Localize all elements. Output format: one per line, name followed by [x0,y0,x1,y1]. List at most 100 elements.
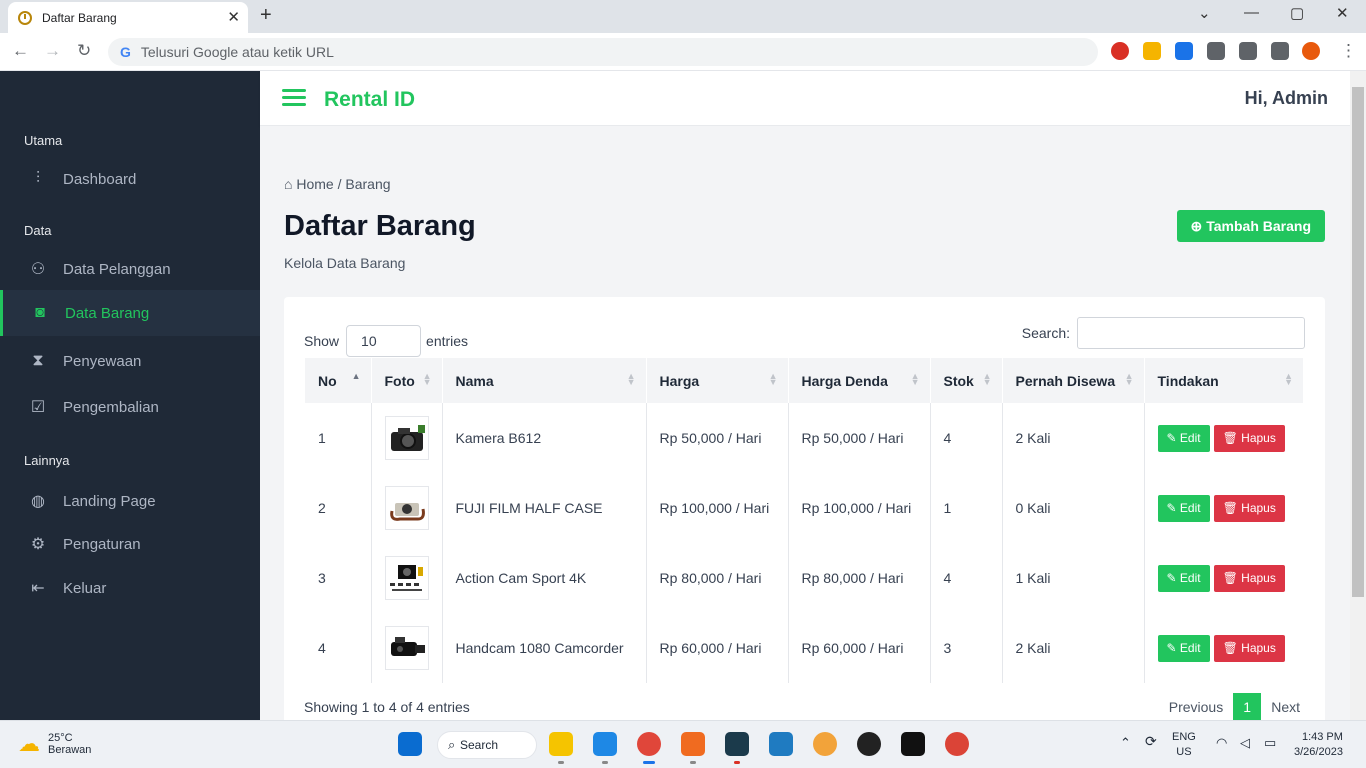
sidebar-item-landing-page[interactable]: ◍ Landing Page [0,479,260,523]
extensions-puzzle-icon[interactable] [1207,42,1225,60]
address-bar[interactable]: G Telusuri Google atau ketik URL [108,38,1098,66]
sort-asc-icon: ▲ [351,371,361,381]
sync-icon[interactable]: ⟳ [1145,734,1157,749]
next-page-button[interactable]: Next [1271,699,1300,715]
sidebar-item-pengaturan[interactable]: ⚙ Pengaturan [0,522,260,566]
wifi-icon[interactable]: ◠ [1216,735,1227,750]
cell-price: Rp 60,000 / Hari [646,613,789,683]
file-explorer-icon[interactable] [549,732,573,756]
tab-search-icon[interactable]: ⌄ [1198,4,1211,22]
extension-record-icon[interactable] [1111,42,1129,60]
column-header-stok[interactable]: Stok ▲ ▼ [930,358,1003,403]
weather-widget[interactable]: ☁ 25°C Berawan [18,731,91,757]
brand-title[interactable]: Rental ID [324,88,415,112]
search-input[interactable] [1077,317,1305,349]
clock[interactable]: 1:43 PM 3/26/2023 [1294,730,1343,760]
add-item-button[interactable]: ⊕ Tambah Barang [1176,210,1325,242]
column-header-harga-denda[interactable]: Harga Denda ▲ ▼ [788,358,931,403]
entries-select[interactable]: 10 [346,325,422,357]
scrollbar-thumb[interactable] [1352,87,1364,597]
delete-button[interactable]: 🗑 Hapus [1213,564,1285,592]
xampp-icon[interactable] [681,732,705,756]
delete-button[interactable]: 🗑 Hapus [1213,634,1285,662]
sidebar-item-dashboard[interactable]: ⫶ Dashboard [0,157,260,201]
trash-icon: 🗑 [1222,640,1238,655]
column-header-nama[interactable]: Nama ▲ ▼ [442,358,647,403]
volume-icon[interactable]: ◁ [1240,735,1250,750]
tab-title: Daftar Barang [42,10,117,25]
user-greeting[interactable]: Hi, Admin [1245,88,1328,109]
column-header-pernah-disewa[interactable]: Pernah Disewa ▲ ▼ [1002,358,1145,403]
taskbar-search[interactable]: ⌕ Search [437,731,537,759]
browser-menu-icon[interactable]: ⋮ [1340,41,1357,61]
trash-icon: 🗑 [1222,570,1238,585]
edit-button[interactable]: ✎ Edit [1157,634,1210,662]
close-window-icon[interactable]: ✕ [1336,4,1349,22]
cell-rented: 2 Kali [1002,613,1145,683]
sidebar-item-keluar[interactable]: ⇤ Keluar [0,566,260,610]
edit-button[interactable]: ✎ Edit [1157,424,1210,452]
table-header-row: No ▲ Foto ▲ ▼ Nama ▲ ▼ Harga ▲ ▼ Harga Denda ▲ ▼ … [305,358,1303,403]
tray-chevron-icon[interactable]: ⌃ [1120,735,1131,750]
maximize-icon[interactable]: ▢ [1290,4,1304,22]
delete-button[interactable]: 🗑 Hapus [1213,494,1285,522]
chrome-alt-icon[interactable] [945,732,969,756]
browser-tab[interactable]: Daftar Barang ✕ [8,2,248,33]
forward-icon[interactable]: → [44,41,61,61]
sidebar-item-penyewaan[interactable]: ⧗ Penyewaan [0,339,260,383]
profile-avatar[interactable] [1302,42,1320,60]
cell-stock: 4 [930,403,1003,473]
close-tab-icon[interactable]: ✕ [227,8,240,26]
delete-button[interactable]: 🗑 Hapus [1213,424,1285,452]
extension-docs-icon[interactable] [1175,42,1193,60]
table-row: 1 Kamera B612 Rp 50,000 / Hari Rp 50,000… [305,403,1303,473]
edit-button[interactable]: ✎ Edit [1157,564,1210,592]
extension-notes-icon[interactable] [1143,42,1161,60]
obs-icon[interactable] [857,732,881,756]
sidebar-item-label: Pengaturan [63,535,141,553]
side-panel-icon[interactable] [1271,42,1289,60]
new-tab-button[interactable]: + [260,4,272,27]
taskbar-search-label: Search [460,738,499,752]
items-table: No ▲ Foto ▲ ▼ Nama ▲ ▼ Harga ▲ ▼ Harga Denda ▲ ▼ … [305,358,1303,683]
page-1-button[interactable]: 1 [1233,693,1262,721]
running-indicator [558,761,564,764]
battery-icon[interactable]: ▭ [1264,735,1276,750]
edit-button[interactable]: ✎ Edit [1157,494,1210,522]
language-indicator[interactable]: ENG US [1172,730,1196,760]
windows-start-icon[interactable] [398,732,422,756]
chrome-icon[interactable] [637,732,661,756]
breadcrumb-home-link[interactable]: Home [296,176,333,192]
download-icon[interactable] [1239,42,1257,60]
back-icon[interactable]: ← [12,41,29,61]
sidebar-item-label: Data Pelanggan [63,260,171,278]
column-header-foto[interactable]: Foto ▲ ▼ [371,358,443,403]
previous-page-button[interactable]: Previous [1169,699,1223,715]
cell-stock: 1 [930,473,1003,543]
menu-toggle-icon[interactable] [282,89,306,107]
cmd-icon[interactable] [901,732,925,756]
sidebar-item-pengembalian[interactable]: ☑ Pengembalian [0,385,260,429]
vscode-icon[interactable] [593,732,617,756]
column-header-no[interactable]: No ▲ [305,358,372,403]
sidebar: Utama ⫶ Dashboard Data ⚇ Data Pelanggan … [0,71,260,720]
breadcrumb-current: Barang [345,176,391,192]
gear-icon: ⚙ [30,536,46,553]
column-header-harga[interactable]: Harga ▲ ▼ [646,358,789,403]
terminal-app-icon[interactable] [725,732,749,756]
notes-app-icon[interactable] [769,732,793,756]
logout-icon: ⇤ [31,580,45,597]
pencil-icon: ✎ [1166,500,1177,515]
app-header: Rental ID Hi, Admin [260,71,1350,126]
reload-icon[interactable]: ↻ [77,41,91,61]
sidebar-item-data-barang[interactable]: ◙ Data Barang [0,290,260,336]
sort-icon: ▲ ▼ [768,371,778,387]
minimize-icon[interactable]: — [1244,4,1259,21]
page-scrollbar[interactable] [1350,71,1366,720]
handcam-photo [384,626,429,670]
column-header-tindakan[interactable]: Tindakan ▲ ▼ [1144,358,1303,403]
cell-photo [371,473,443,543]
cell-no: 1 [305,403,372,473]
sidebar-item-data-pelanggan[interactable]: ⚇ Data Pelanggan [0,247,260,291]
color-app-icon[interactable] [813,732,837,756]
